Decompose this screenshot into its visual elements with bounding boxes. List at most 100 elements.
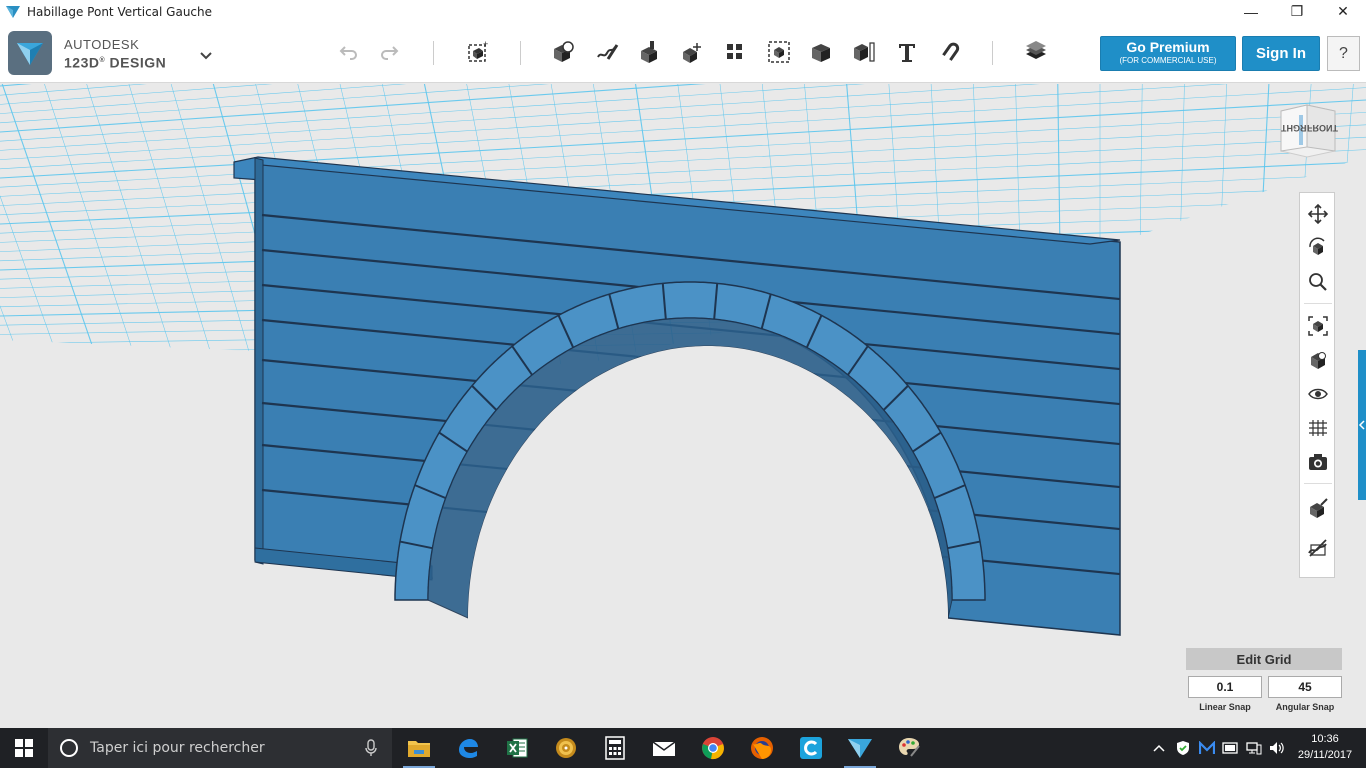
eye-icon [1308,388,1328,400]
snap-button[interactable] [935,37,965,67]
measure-icon [854,42,875,62]
grouping-icon [768,41,790,63]
nav-divider [1304,483,1332,484]
grid-line [0,84,1366,124]
navigation-bar [1299,192,1335,578]
grid-line [0,84,43,365]
clock-date: 29/11/2017 [1297,749,1353,761]
camera-icon [1309,454,1327,470]
screenshot-button[interactable] [1305,449,1331,475]
grid-line [0,84,81,365]
app-target[interactable] [548,732,584,764]
mail-app[interactable] [646,732,682,764]
show-hidden-icons[interactable] [1151,728,1167,768]
grid-line [1213,84,1227,365]
grid-line [0,84,1366,96]
perspective-button[interactable] [1305,347,1331,373]
viewcube-right-label: RGHT [1281,123,1307,133]
go-premium-button[interactable]: Go Premium (FOR COMMERCIAL USE) [1100,36,1236,71]
fit-button[interactable] [1305,313,1331,339]
pattern-button[interactable] [720,37,750,67]
system-clock[interactable]: 10:36 29/11/2017 [1292,731,1358,763]
tablet-icon [1222,742,1238,754]
tablet-tray[interactable] [1221,728,1239,768]
undo-button[interactable] [333,37,363,67]
hide-sketch-button[interactable] [1305,535,1331,561]
modify-icon [683,43,701,63]
chrome-app[interactable] [695,732,731,764]
grid-line [0,99,1366,179]
material-visibility-button[interactable] [1305,495,1331,521]
chrome-icon [702,737,724,760]
redo-button[interactable] [375,37,405,67]
3d-viewport[interactable] [0,84,1366,728]
maximize-button[interactable]: ❐ [1274,0,1320,23]
edge-app[interactable] [450,732,486,764]
window-title: Habillage Pont Vertical Gauche [27,4,213,19]
redo-icon [381,46,399,60]
target-icon [556,738,576,758]
minimize-button[interactable]: — [1228,0,1274,23]
pattern-icon [727,44,742,59]
edit-grid-button[interactable]: Edit Grid [1186,648,1342,670]
linear-snap-field[interactable]: 0.1 [1188,676,1262,698]
modify-button[interactable] [677,37,707,67]
construct-button[interactable] [634,37,664,67]
paint-app[interactable] [891,732,927,764]
measure-button[interactable] [849,37,879,67]
folder-icon [408,741,430,757]
volume-tray[interactable] [1268,728,1286,768]
zoom-button[interactable] [1305,269,1331,295]
bridge-model[interactable] [233,156,1121,640]
cortana-icon [60,739,78,757]
chevron-down-icon[interactable] [197,46,215,64]
undo-icon [339,46,357,60]
text-button[interactable] [892,37,922,67]
pan-button[interactable] [1305,201,1331,227]
calculator-app[interactable] [597,732,633,764]
grid-line [0,124,1366,197]
calculator-icon [605,736,625,760]
defender-tray[interactable] [1174,728,1192,768]
grid-line [0,87,1366,170]
primitives-button[interactable] [548,37,578,67]
firefox-app[interactable] [744,732,780,764]
title-bar: Habillage Pont Vertical Gauche — ❐ ✕ [0,0,1366,23]
network-tray[interactable] [1245,728,1263,768]
m-logo-icon [1199,741,1215,754]
help-button[interactable]: ? [1327,36,1360,71]
side-panel-tab[interactable] [1358,350,1366,500]
123d-icon [848,739,872,758]
grid-line [0,84,1366,142]
grouping-button[interactable] [764,37,794,67]
excel-app[interactable] [499,732,535,764]
visibility-button[interactable] [1305,381,1331,407]
material-button[interactable] [1021,37,1051,67]
viewcube[interactable]: FRONT RGHT [1277,101,1339,159]
123d-design-app[interactable] [842,732,878,768]
orbit-button[interactable] [1305,235,1331,261]
brand-line2b: DESIGN [109,54,167,71]
close-button[interactable]: ✕ [1320,0,1366,23]
angular-snap-field[interactable]: 45 [1268,676,1342,698]
taskbar-search[interactable]: Taper ici pour rechercher [48,728,392,768]
file-explorer-app[interactable] [401,732,437,768]
sketch-button[interactable] [592,37,622,67]
combine-button[interactable] [806,37,836,67]
combine-icon [812,44,830,62]
clock-time: 10:36 [1311,733,1339,745]
primitives-icon [554,41,574,62]
toolbar-divider [433,41,434,65]
excel-icon [507,738,528,758]
transform-button[interactable]: + [463,37,493,67]
edge-icon [459,739,478,758]
app-logo[interactable] [8,31,52,75]
microphone-icon[interactable] [364,739,378,757]
app-c[interactable] [793,732,829,764]
malwarebytes-tray[interactable] [1198,728,1216,768]
start-button[interactable] [0,728,48,768]
grid-toggle-button[interactable] [1305,415,1331,441]
grid-line [0,84,1366,105]
main-toolbar: AUTODESK 123D® DESIGN + Go Premium (FOR … [0,23,1366,83]
sign-in-button[interactable]: Sign In [1242,36,1320,71]
